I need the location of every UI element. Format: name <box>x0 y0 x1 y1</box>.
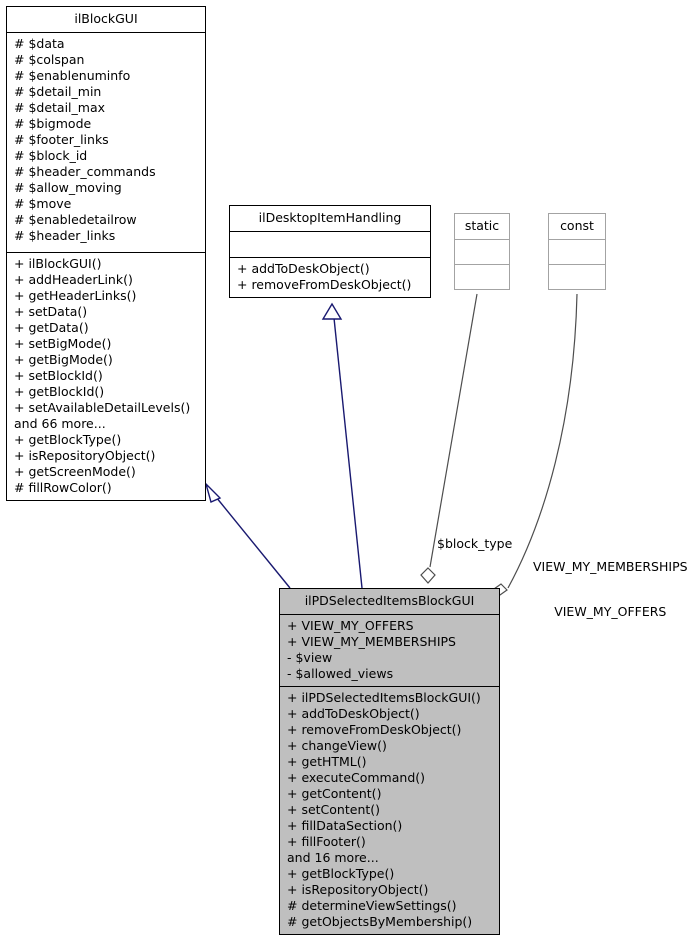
method-row: + getData() <box>14 320 89 335</box>
class-attributes-const <box>549 240 605 265</box>
class-box-const[interactable]: const <box>548 213 606 290</box>
class-title-ilpdselecteditemsblockgui: ilPDSelectedItemsBlockGUI <box>280 589 499 615</box>
attribute-row: - $allowed_views <box>287 666 394 681</box>
edge-label-views-line1: VIEW_MY_MEMBERSHIPS <box>533 559 688 574</box>
edge-inheritance-ilblockgui <box>204 481 291 589</box>
attribute-row: # $detail_min <box>14 84 102 99</box>
attribute-row: # $detail_max <box>14 100 106 115</box>
class-attributes-static <box>455 240 509 265</box>
method-row: + isRepositoryObject() <box>287 882 429 897</box>
method-row: # determineViewSettings() <box>287 898 457 913</box>
class-attributes-ilblockgui: # $data # $colspan # $enablenuminfo # $d… <box>7 33 205 253</box>
method-row-more: and 16 more... <box>287 850 379 865</box>
method-row: + getBlockId() <box>14 384 105 399</box>
attribute-row: # $enablenuminfo <box>14 68 131 83</box>
class-methods-static <box>455 265 509 289</box>
class-box-ilblockgui[interactable]: ilBlockGUI # $data # $colspan # $enablen… <box>6 6 206 501</box>
method-row: + executeCommand() <box>287 770 426 785</box>
method-row: + getContent() <box>287 786 382 801</box>
class-attributes-ildesktopitemhandling <box>230 232 430 258</box>
class-title-ilblockgui: ilBlockGUI <box>7 7 205 33</box>
method-row: # fillRowColor() <box>14 480 112 495</box>
method-row: + addToDeskObject() <box>237 261 370 276</box>
class-box-ildesktopitemhandling[interactable]: ilDesktopItemHandling + addToDeskObject(… <box>229 205 431 298</box>
method-row: + ilBlockGUI() <box>14 256 102 271</box>
method-row: + getHTML() <box>287 754 367 769</box>
attribute-row: # $enabledetailrow <box>14 212 137 227</box>
attribute-row: # $header_commands <box>14 164 156 179</box>
method-row: + fillDataSection() <box>287 818 403 833</box>
class-box-ilpdselecteditemsblockgui[interactable]: ilPDSelectedItemsBlockGUI + VIEW_MY_OFFE… <box>279 588 500 935</box>
class-methods-const <box>549 265 605 289</box>
attribute-row: # $colspan <box>14 52 85 67</box>
attribute-row: # $bigmode <box>14 116 92 131</box>
method-row: + addToDeskObject() <box>287 706 420 721</box>
edge-label-views: VIEW_MY_MEMBERSHIPS VIEW_MY_OFFERS <box>533 529 688 649</box>
uml-class-diagram: ilBlockGUI # $data # $colspan # $enablen… <box>0 0 700 944</box>
edge-label-block-type: $block_type <box>437 536 513 551</box>
class-title-static: static <box>455 214 509 240</box>
method-row: + setContent() <box>287 802 381 817</box>
method-row: + getBlockType() <box>287 866 395 881</box>
class-methods-ilpdselecteditemsblockgui: + ilPDSelectedItemsBlockGUI() + addToDes… <box>280 687 499 934</box>
attribute-row: # $footer_links <box>14 132 109 147</box>
attribute-row: # $move <box>14 196 72 211</box>
attribute-row: + VIEW_MY_MEMBERSHIPS <box>287 634 456 649</box>
edge-label-views-line2: VIEW_MY_OFFERS <box>554 604 667 619</box>
method-row: + getScreenMode() <box>14 464 136 479</box>
class-box-static[interactable]: static <box>454 213 510 290</box>
class-title-ildesktopitemhandling: ilDesktopItemHandling <box>230 206 430 232</box>
class-methods-ildesktopitemhandling: + addToDeskObject() + removeFromDeskObje… <box>230 258 430 297</box>
method-row: + isRepositoryObject() <box>14 448 156 463</box>
method-row: + setBlockId() <box>14 368 103 383</box>
method-row: + setData() <box>14 304 88 319</box>
method-row: + getBlockType() <box>14 432 122 447</box>
method-row: + removeFromDeskObject() <box>287 722 462 737</box>
attribute-row: # $header_links <box>14 228 116 243</box>
method-row: # getObjectsByMembership() <box>287 914 473 929</box>
class-methods-ilblockgui: + ilBlockGUI() + addHeaderLink() + getHe… <box>7 253 205 500</box>
attribute-row: # $block_id <box>14 148 88 163</box>
attribute-row: + VIEW_MY_OFFERS <box>287 618 414 633</box>
method-row: + addHeaderLink() <box>14 272 133 287</box>
method-row: + setAvailableDetailLevels() <box>14 400 191 415</box>
method-row: + changeView() <box>287 738 387 753</box>
method-row: + getBigMode() <box>14 352 113 367</box>
attribute-row: # $allow_moving <box>14 180 122 195</box>
class-attributes-ilpdselecteditemsblockgui: + VIEW_MY_OFFERS + VIEW_MY_MEMBERSHIPS -… <box>280 615 499 687</box>
attribute-row: # $data <box>14 36 65 51</box>
class-title-const: const <box>549 214 605 240</box>
edge-inheritance-ildesktopitemhandling <box>321 302 363 589</box>
method-row: + removeFromDeskObject() <box>237 277 412 292</box>
method-row: + ilPDSelectedItemsBlockGUI() <box>287 690 481 705</box>
method-row: + getHeaderLinks() <box>14 288 137 303</box>
attribute-row: - $view <box>287 650 333 665</box>
method-row: + fillFooter() <box>287 834 366 849</box>
method-row: + setBigMode() <box>14 336 112 351</box>
method-row-more: and 66 more... <box>14 416 106 431</box>
